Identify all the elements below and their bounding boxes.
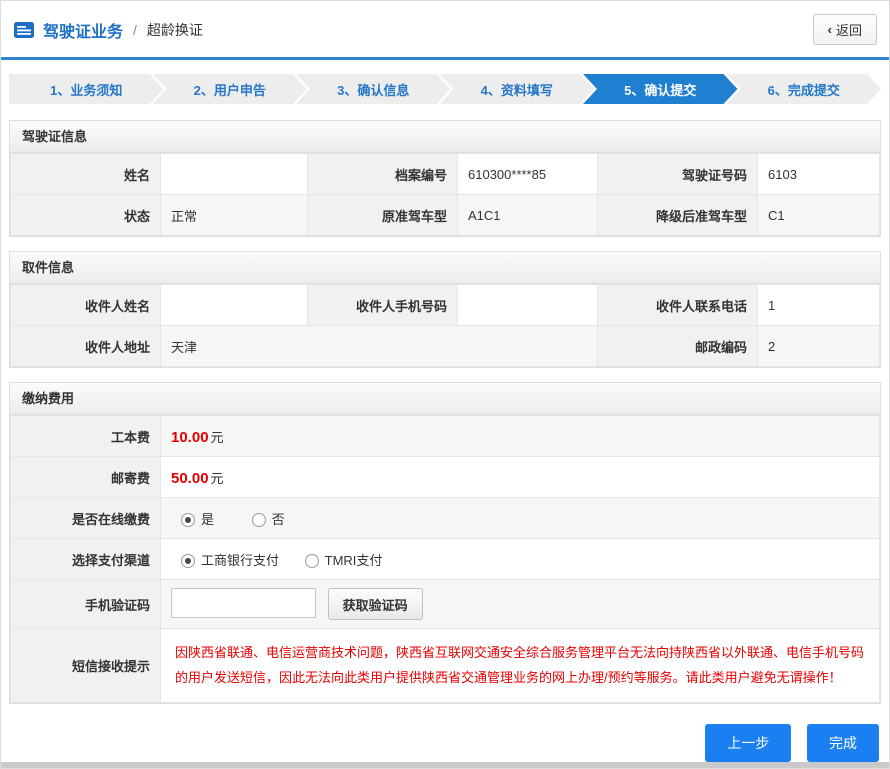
license-card-icon	[13, 21, 35, 39]
field-label: 选择支付渠道	[11, 539, 161, 580]
field-label: 邮政编码	[598, 326, 758, 367]
field-value: 正常	[161, 195, 308, 236]
header: 驾驶证业务 / 超龄换证 ‹ 返回	[1, 1, 889, 57]
field-value	[161, 154, 308, 195]
field-value	[161, 285, 308, 326]
sms-code-row: 手机验证码 获取验证码	[11, 580, 880, 629]
step-breadcrumb: 1、业务须知 2、用户申告 3、确认信息 4、资料填写 5、确认提交 6、完成提…	[9, 74, 881, 104]
online-pay-options: 是 否	[161, 498, 880, 539]
mailing-fee-row: 邮寄费 50.00元	[11, 457, 880, 498]
radio-channel-tmri[interactable]	[305, 554, 319, 568]
field-value	[458, 285, 598, 326]
field-label: 收件人联系电话	[598, 285, 758, 326]
step-5-confirm-submit[interactable]: 5、确认提交	[583, 74, 738, 104]
license-info-table: 姓名 档案编号 610300****85 驾驶证号码 6103 状态 正常 原准…	[10, 153, 880, 236]
field-label: 收件人手机号码	[308, 285, 458, 326]
field-label: 是否在线缴费	[11, 498, 161, 539]
step-3-confirm-info[interactable]: 3、确认信息	[296, 74, 451, 104]
field-label: 驾驶证号码	[598, 154, 758, 195]
field-label: 状态	[11, 195, 161, 236]
fee-unit: 元	[211, 471, 224, 486]
fee-amount: 50.00	[171, 470, 209, 487]
radio-label-yes[interactable]: 是	[201, 512, 214, 527]
field-value: 6103	[758, 154, 880, 195]
license-info-title: 驾驶证信息	[10, 121, 880, 153]
fee-unit: 元	[211, 430, 224, 445]
back-button-label: 返回	[836, 20, 862, 39]
field-label: 邮寄费	[11, 457, 161, 498]
license-info-section: 驾驶证信息 姓名 档案编号 610300****85 驾驶证号码 6103 状态…	[9, 120, 881, 237]
field-label: 短信接收提示	[11, 629, 161, 703]
page: 驾驶证业务 / 超龄换证 ‹ 返回 1、业务须知 2、用户申告 3、确认信息 4…	[0, 0, 890, 769]
fees-section: 缴纳费用 工本费 10.00元 邮寄费 50.00元 是否在线缴费 是	[9, 382, 881, 704]
step-2-declaration[interactable]: 2、用户申告	[153, 74, 308, 104]
table-row: 收件人地址 天津 邮政编码 2	[11, 326, 880, 367]
get-sms-code-button[interactable]: 获取验证码	[328, 588, 423, 620]
field-value: 610300****85	[458, 154, 598, 195]
fee-amount: 10.00	[171, 429, 209, 446]
pay-channel-row: 选择支付渠道 工商银行支付 TMRI支付	[11, 539, 880, 580]
field-label: 档案编号	[308, 154, 458, 195]
field-value: A1C1	[458, 195, 598, 236]
online-pay-row: 是否在线缴费 是 否	[11, 498, 880, 539]
fees-table: 工本费 10.00元 邮寄费 50.00元 是否在线缴费 是 否	[10, 415, 880, 703]
radio-label-tmri[interactable]: TMRI支付	[325, 553, 383, 568]
radio-online-pay-no[interactable]	[252, 513, 266, 527]
field-label: 姓名	[11, 154, 161, 195]
fees-title: 缴纳费用	[10, 383, 880, 415]
header-divider	[1, 57, 889, 60]
title-separator: /	[133, 22, 137, 38]
field-label: 降级后准驾车型	[598, 195, 758, 236]
page-subtitle: 超龄换证	[147, 20, 203, 40]
field-value: 1	[758, 285, 880, 326]
sms-notice-row: 短信接收提示 因陕西省联通、电信运营商技术问题，陕西省互联网交通安全综合服务管理…	[11, 629, 880, 703]
previous-step-button[interactable]: 上一步	[705, 724, 791, 762]
back-button[interactable]: ‹ 返回	[813, 14, 877, 45]
step-1-notice[interactable]: 1、业务须知	[9, 74, 164, 104]
mailing-fee-value: 50.00元	[161, 457, 880, 498]
radio-label-icbc[interactable]: 工商银行支付	[201, 553, 279, 568]
radio-channel-icbc[interactable]	[181, 554, 195, 568]
sms-notice-text: 因陕西省联通、电信运营商技术问题，陕西省互联网交通安全综合服务管理平台无法向持陕…	[173, 637, 867, 694]
sms-notice-cell: 因陕西省联通、电信运营商技术问题，陕西省互联网交通安全综合服务管理平台无法向持陕…	[161, 629, 880, 703]
field-value: 天津	[161, 326, 598, 367]
page-title: 驾驶证业务	[43, 18, 123, 42]
bottom-scrollbar[interactable]	[1, 762, 889, 768]
table-row: 收件人姓名 收件人手机号码 收件人联系电话 1	[11, 285, 880, 326]
finish-button[interactable]: 完成	[807, 724, 879, 762]
step-6-complete[interactable]: 6、完成提交	[727, 74, 882, 104]
field-label: 工本费	[11, 416, 161, 457]
sms-code-cell: 获取验证码	[161, 580, 880, 629]
back-arrow-icon: ‹	[828, 22, 832, 37]
pay-channel-options: 工商银行支付 TMRI支付	[161, 539, 880, 580]
sms-code-input[interactable]	[171, 588, 316, 618]
table-row: 姓名 档案编号 610300****85 驾驶证号码 6103	[11, 154, 880, 195]
radio-online-pay-yes[interactable]	[181, 513, 195, 527]
field-value: C1	[758, 195, 880, 236]
step-4-fill-data[interactable]: 4、资料填写	[440, 74, 595, 104]
production-fee-value: 10.00元	[161, 416, 880, 457]
field-value: 2	[758, 326, 880, 367]
pickup-info-section: 取件信息 收件人姓名 收件人手机号码 收件人联系电话 1 收件人地址 天津 邮政…	[9, 251, 881, 368]
production-fee-row: 工本费 10.00元	[11, 416, 880, 457]
field-label: 手机验证码	[11, 580, 161, 629]
header-left: 驾驶证业务 / 超龄换证	[13, 18, 203, 42]
pickup-info-table: 收件人姓名 收件人手机号码 收件人联系电话 1 收件人地址 天津 邮政编码 2	[10, 284, 880, 367]
field-label: 原准驾车型	[308, 195, 458, 236]
table-row: 状态 正常 原准驾车型 A1C1 降级后准驾车型 C1	[11, 195, 880, 236]
radio-label-no[interactable]: 否	[272, 512, 285, 527]
pickup-info-title: 取件信息	[10, 252, 880, 284]
field-label: 收件人姓名	[11, 285, 161, 326]
field-label: 收件人地址	[11, 326, 161, 367]
